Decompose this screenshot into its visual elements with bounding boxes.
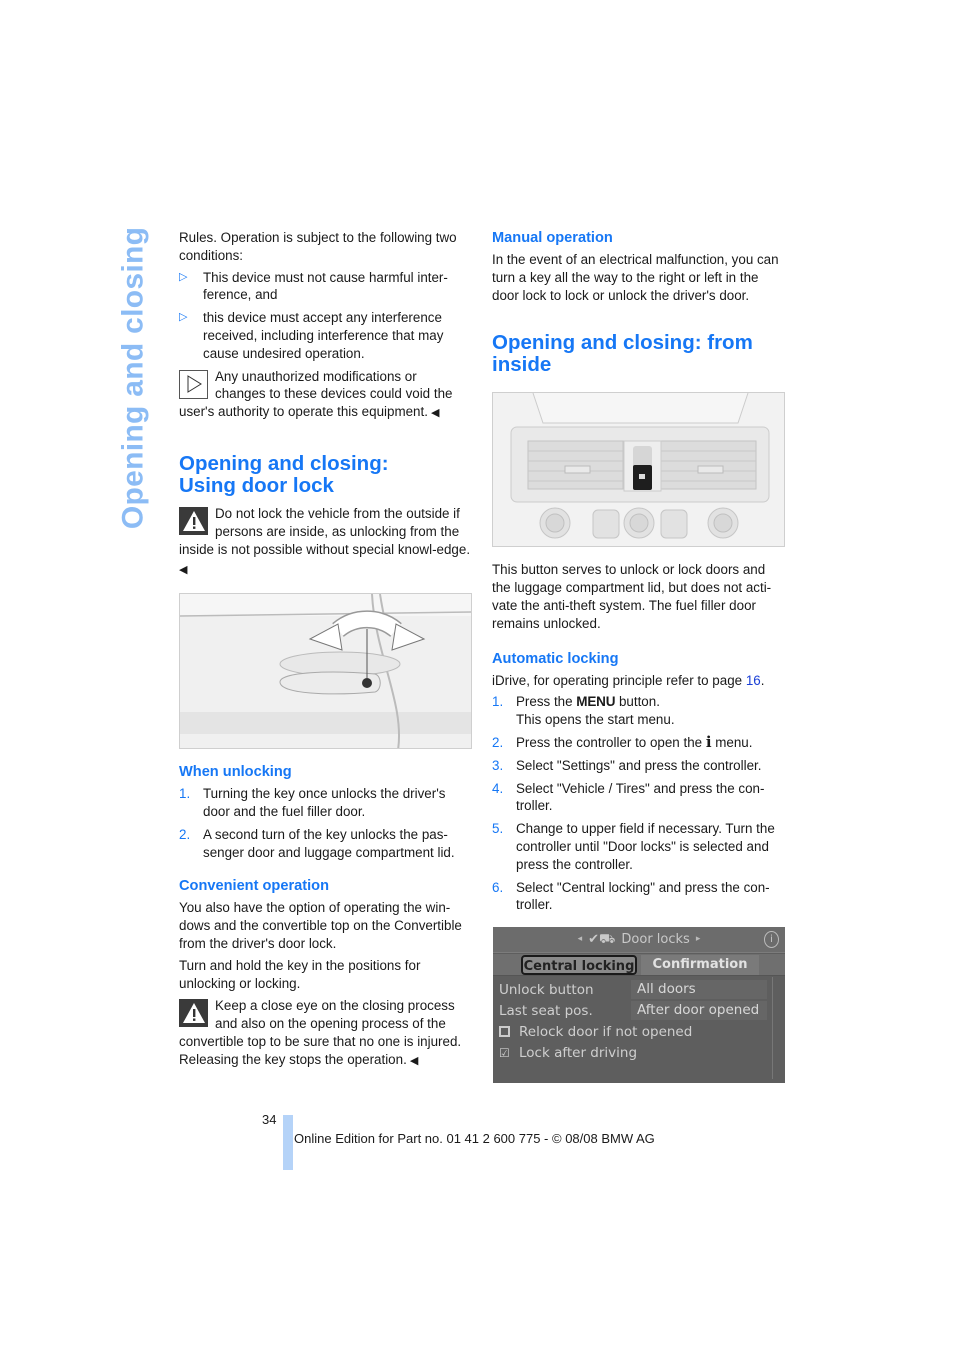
convenient-operation-heading: Convenient operation: [179, 878, 329, 895]
warning-text: Keep a close eye on the closing process …: [179, 998, 462, 1067]
list-item: 2. Press the controller to open the i me…: [492, 732, 753, 751]
arrow-left-icon[interactable]: ◂: [578, 931, 583, 949]
unlock-button-label: Unlock button: [499, 982, 594, 998]
list-item: 6. Select "Central locking" and press th…: [492, 879, 770, 913]
chapter-tab: Opening and closing: [113, 226, 153, 528]
footer-edition: Online Edition for Part no. 01 41 2 600 …: [294, 1131, 655, 1146]
page-number: 34: [262, 1112, 277, 1127]
door-handle-illustration: [180, 594, 471, 749]
automatic-locking-steps: 1. Press the MENU button. This opens the…: [492, 693, 784, 914]
arrow-right-icon[interactable]: ▸: [696, 931, 701, 949]
manual-operation-heading: Manual operation: [492, 230, 613, 246]
last-seat-pos-value[interactable]: After door opened: [631, 1001, 767, 1020]
tab-central-locking[interactable]: Central locking: [521, 955, 637, 975]
warning-block: Do not lock the vehicle from the outside…: [179, 505, 471, 580]
automatic-locking-heading: Automatic locking: [492, 650, 619, 667]
convenient-operation-text-2: Turn and hold the key in the positions f…: [179, 957, 421, 991]
triangle-bullet-icon: ▷: [179, 270, 188, 283]
manual-operation-text: In the event of an electrical malfunctio…: [492, 252, 779, 303]
warning-icon: [179, 506, 208, 535]
conditions-list: ▷ This device must not cause harmful int…: [179, 269, 471, 363]
automatic-locking-intro: iDrive, for operating principle refer to…: [492, 672, 765, 688]
last-seat-pos-label: Last seat pos.: [499, 1003, 593, 1019]
idrive-title: Door locks: [621, 931, 690, 947]
list-item: 4. Select "Vehicle / Tires" and press th…: [492, 780, 765, 814]
list-item: ▷ This device must not cause harmful int…: [179, 269, 448, 303]
note-text: Any unauthorized modifications or change…: [179, 368, 453, 420]
triangle-bullet-icon: ▷: [179, 311, 188, 324]
car-check-icon: ✔︎⛟: [588, 931, 616, 947]
chapter-tab-label: Opening and closing: [116, 226, 150, 529]
left-column: Rules. Operation is subject to the follo…: [179, 229, 472, 1071]
section-heading-from-inside: Opening and closing: from inside: [492, 331, 753, 377]
list-item: ▷ this device must accept any interferen…: [179, 310, 444, 361]
end-mark-icon: ◀: [427, 407, 440, 420]
lock-after-driving-checkbox[interactable]: ☑ Lock after driving: [499, 1044, 637, 1062]
list-item: 1. Press the MENU button. This opens the…: [492, 694, 675, 728]
center-console-figure: [492, 392, 785, 548]
console-illustration: [493, 393, 784, 547]
menu-button-label: MENU: [576, 694, 616, 710]
tab-confirmation[interactable]: Confirmation: [641, 955, 759, 975]
warning-text: Do not lock the vehicle from the outside…: [179, 505, 471, 557]
right-column: Manual operation In the event of an elec…: [492, 229, 785, 919]
section-heading-door-lock: Opening and closing: Using door lock: [179, 451, 389, 497]
when-unlocking-heading: When unlocking: [179, 764, 292, 781]
unlocking-steps: 1. Turning the key once unlocks the driv…: [179, 785, 471, 861]
unlock-button-value[interactable]: All doors: [631, 980, 767, 999]
note-triangle-icon: [179, 369, 208, 399]
end-mark-icon: ◀: [406, 1054, 419, 1067]
warning-icon: [179, 999, 208, 1028]
list-item: 3. Select "Settings" and press the contr…: [492, 757, 762, 773]
page-reference-link[interactable]: 16: [746, 673, 761, 688]
scrollbar[interactable]: [772, 977, 773, 1079]
end-mark-icon: ◀: [179, 564, 188, 577]
list-item: 1. Turning the key once unlocks the driv…: [179, 786, 446, 819]
idrive-tabs: Central locking Confirmation: [493, 954, 785, 976]
fcc-intro: Rules. Operation is subject to the follo…: [179, 230, 457, 263]
relock-door-checkbox[interactable]: Relock door if not opened: [499, 1023, 692, 1041]
list-item: 5. Change to upper field if necessary. T…: [492, 821, 775, 872]
footer-accent-bar: [283, 1115, 293, 1170]
list-item: 2. A second turn of the key unlocks the …: [179, 826, 455, 860]
button-description: This button serves to unlock or lock doo…: [492, 562, 772, 631]
warning-block-2: Keep a close eye on the closing process …: [179, 997, 471, 1070]
checkbox-checked-icon[interactable]: ☑: [499, 1044, 515, 1062]
idrive-title-bar: ◂ ✔︎⛟ Door locks ▸ i: [493, 927, 785, 953]
convenient-operation-text: You also have the option of operating th…: [179, 900, 462, 951]
help-icon[interactable]: i: [764, 931, 779, 948]
checkbox-unchecked-icon[interactable]: [499, 1026, 510, 1037]
note-block: Any unauthorized modifications or change…: [179, 368, 471, 423]
door-lock-figure: [179, 593, 472, 750]
idrive-door-locks-screen: ◂ ✔︎⛟ Door locks ▸ i Central locking Con…: [493, 927, 785, 1083]
